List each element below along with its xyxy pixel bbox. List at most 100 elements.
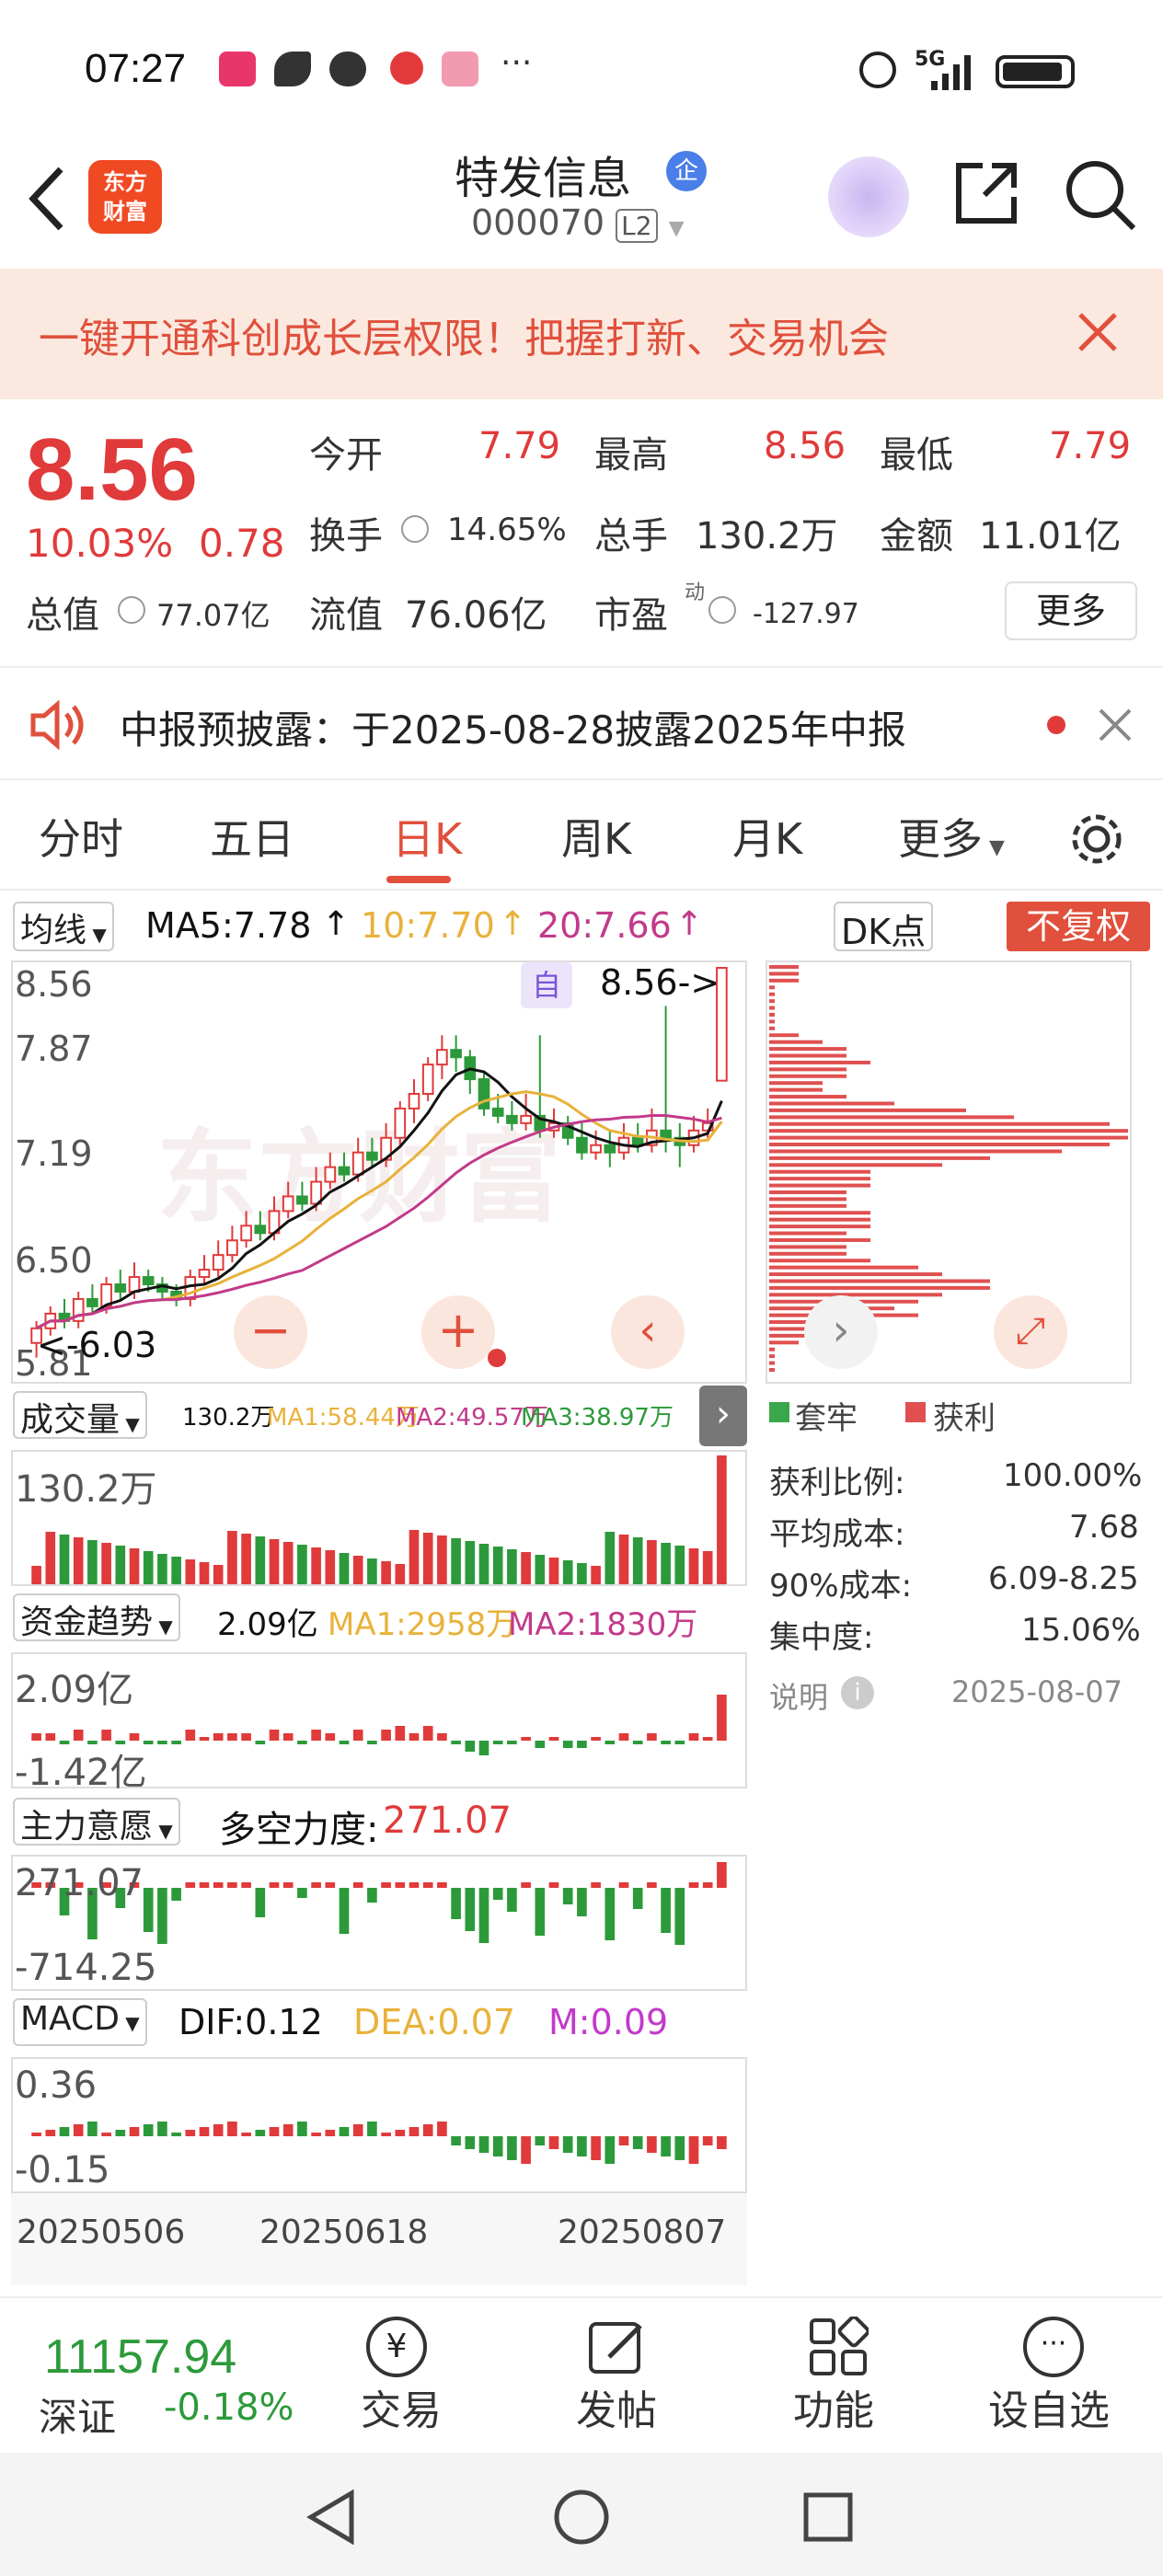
mktcap-label: 总值	[26, 594, 99, 637]
dk-point-select[interactable]: DK点	[834, 902, 934, 952]
close-icon[interactable]	[1077, 311, 1119, 353]
macd-select[interactable]: MACD ▼	[13, 1998, 147, 2046]
info-icon[interactable]	[708, 596, 736, 624]
more-dots-icon[interactable]: ···	[1023, 2317, 1084, 2377]
chip-bar	[769, 1354, 775, 1359]
chip-bar	[769, 1026, 775, 1030]
add-watchlist-button[interactable]: 设自选	[988, 2377, 1110, 2436]
nav-recents-icon[interactable]	[800, 2490, 856, 2545]
scroll-left-button[interactable]: ‹	[611, 1295, 685, 1369]
volume-select[interactable]: 成交量 ▼	[13, 1391, 147, 1439]
indicator-bar	[367, 2122, 377, 2136]
fund-trend-select[interactable]: 资金趋势 ▼	[13, 1593, 180, 1641]
post-button[interactable]: 发帖	[576, 2377, 657, 2436]
indicator-bar	[129, 1548, 140, 1584]
system-nav-bar	[0, 2453, 1163, 2576]
app-logo: 东方 财富	[88, 160, 162, 234]
robot-assistant-icon[interactable]	[828, 156, 909, 237]
info-icon[interactable]	[118, 596, 145, 624]
chip-bar	[769, 1217, 870, 1222]
chip-stat-value: 100.00%	[1003, 1457, 1143, 1494]
indicator-bar	[478, 1544, 489, 1584]
info-icon[interactable]	[401, 515, 429, 543]
index-value[interactable]: 11157.94	[44, 2329, 236, 2385]
indicator-bar	[73, 2124, 84, 2136]
chip-date: 2025-08-07	[951, 1674, 1123, 1709]
candle-body	[576, 1136, 588, 1154]
indicator-bar	[618, 1882, 629, 1888]
index-name[interactable]: 深证	[39, 2386, 116, 2443]
indicator-bar	[618, 2136, 629, 2145]
indicator-bar	[618, 1535, 629, 1584]
indicator-bar	[297, 2122, 307, 2136]
tab-monthly-k[interactable]: 月K	[732, 806, 802, 867]
video-app-icon	[219, 52, 256, 86]
trade-button[interactable]: 交易	[361, 2377, 442, 2436]
notice-bar[interactable]: 中报预披露：于2025-08-28披露2025年中报	[0, 670, 1163, 778]
indicator-bar	[367, 1888, 377, 1903]
change-amount: 0.78	[199, 521, 285, 566]
adjust-type-button[interactable]: 不复权	[1007, 902, 1150, 951]
function-grid-icon[interactable]	[808, 2317, 869, 2377]
indicator-bar	[143, 1551, 154, 1584]
indicator-bar	[521, 2136, 531, 2164]
nav-home-icon[interactable]	[552, 2488, 611, 2547]
function-button[interactable]: 功能	[793, 2377, 874, 2436]
indicator-bar	[171, 1888, 181, 1901]
info-icon[interactable]: i	[841, 1676, 874, 1709]
turnover-value: 14.65%	[447, 512, 567, 548]
chip-bar	[769, 1033, 799, 1038]
post-edit-icon[interactable]	[587, 2317, 648, 2377]
indicator-bar	[492, 2136, 503, 2156]
float-label: 流值	[309, 594, 383, 637]
stock-code[interactable]: 000070 L2 ▼	[471, 202, 685, 243]
expand-icon[interactable]: ⤢	[994, 1295, 1067, 1369]
main-force-select[interactable]: 主力意愿 ▼	[13, 1798, 180, 1846]
promo-banner[interactable]: 一键开通科创成长层权限！把握打新、交易机会	[0, 269, 1163, 399]
candle-body	[520, 1114, 532, 1124]
ma-select[interactable]: 均线 ▼	[13, 902, 114, 951]
indicator-bar	[409, 1733, 420, 1741]
volume-label: 总手	[594, 515, 668, 558]
indicator-bar	[185, 1730, 196, 1741]
zoom-out-button[interactable]: −	[234, 1295, 307, 1369]
indicator-bar	[535, 1555, 546, 1584]
trade-icon[interactable]: ¥	[366, 2317, 427, 2377]
more-button[interactable]: 更多	[1005, 581, 1137, 640]
tab-daily-k[interactable]: 日K	[392, 806, 462, 867]
indicator-bar	[674, 1546, 685, 1584]
indicator-bar	[605, 1888, 616, 1940]
indicator-bar	[282, 1733, 294, 1741]
tab-more[interactable]: 更多 ▼	[898, 806, 1005, 867]
chevron-right-icon[interactable]: ›	[804, 1295, 878, 1369]
volume-value: 130.2万	[182, 1404, 275, 1432]
tab-5day[interactable]: 五日	[210, 806, 294, 867]
indicator-bar	[437, 1882, 447, 1888]
tab-minute[interactable]: 分时	[39, 806, 123, 867]
indicator-bar	[339, 1553, 350, 1584]
indicator-bar	[478, 2136, 489, 2153]
close-icon[interactable]	[1097, 707, 1134, 743]
candle-body	[282, 1195, 294, 1213]
indicator-bar	[59, 1535, 70, 1584]
search-icon[interactable]	[1064, 158, 1137, 232]
indicator-bar	[311, 1547, 321, 1584]
back-icon[interactable]	[26, 166, 66, 232]
share-icon[interactable]	[951, 158, 1021, 228]
chip-bar	[769, 1272, 942, 1277]
nav-back-icon[interactable]	[305, 2490, 357, 2545]
self-select-marker[interactable]: 自	[521, 962, 572, 1008]
chip-bar	[769, 1156, 990, 1160]
tab-weekly-k[interactable]: 周K	[561, 806, 631, 867]
zoom-in-button[interactable]: +	[421, 1295, 495, 1369]
chip-stat-label: 90%成本:	[769, 1568, 913, 1604]
chip-note-link[interactable]: 说明	[769, 1674, 828, 1717]
indicator-bar	[535, 2136, 546, 2145]
chip-bar	[769, 1040, 823, 1044]
stock-header: 东方 财富 特发信息 企 000070 L2 ▼	[0, 138, 1163, 267]
settings-gear-icon[interactable]	[1067, 810, 1126, 868]
chip-stat-label: 获利比例:	[769, 1465, 905, 1501]
collapse-panel-icon[interactable]: ›	[699, 1386, 747, 1446]
indicator-bar	[269, 1882, 280, 1888]
chip-stat-value: 7.68	[1069, 1509, 1139, 1546]
